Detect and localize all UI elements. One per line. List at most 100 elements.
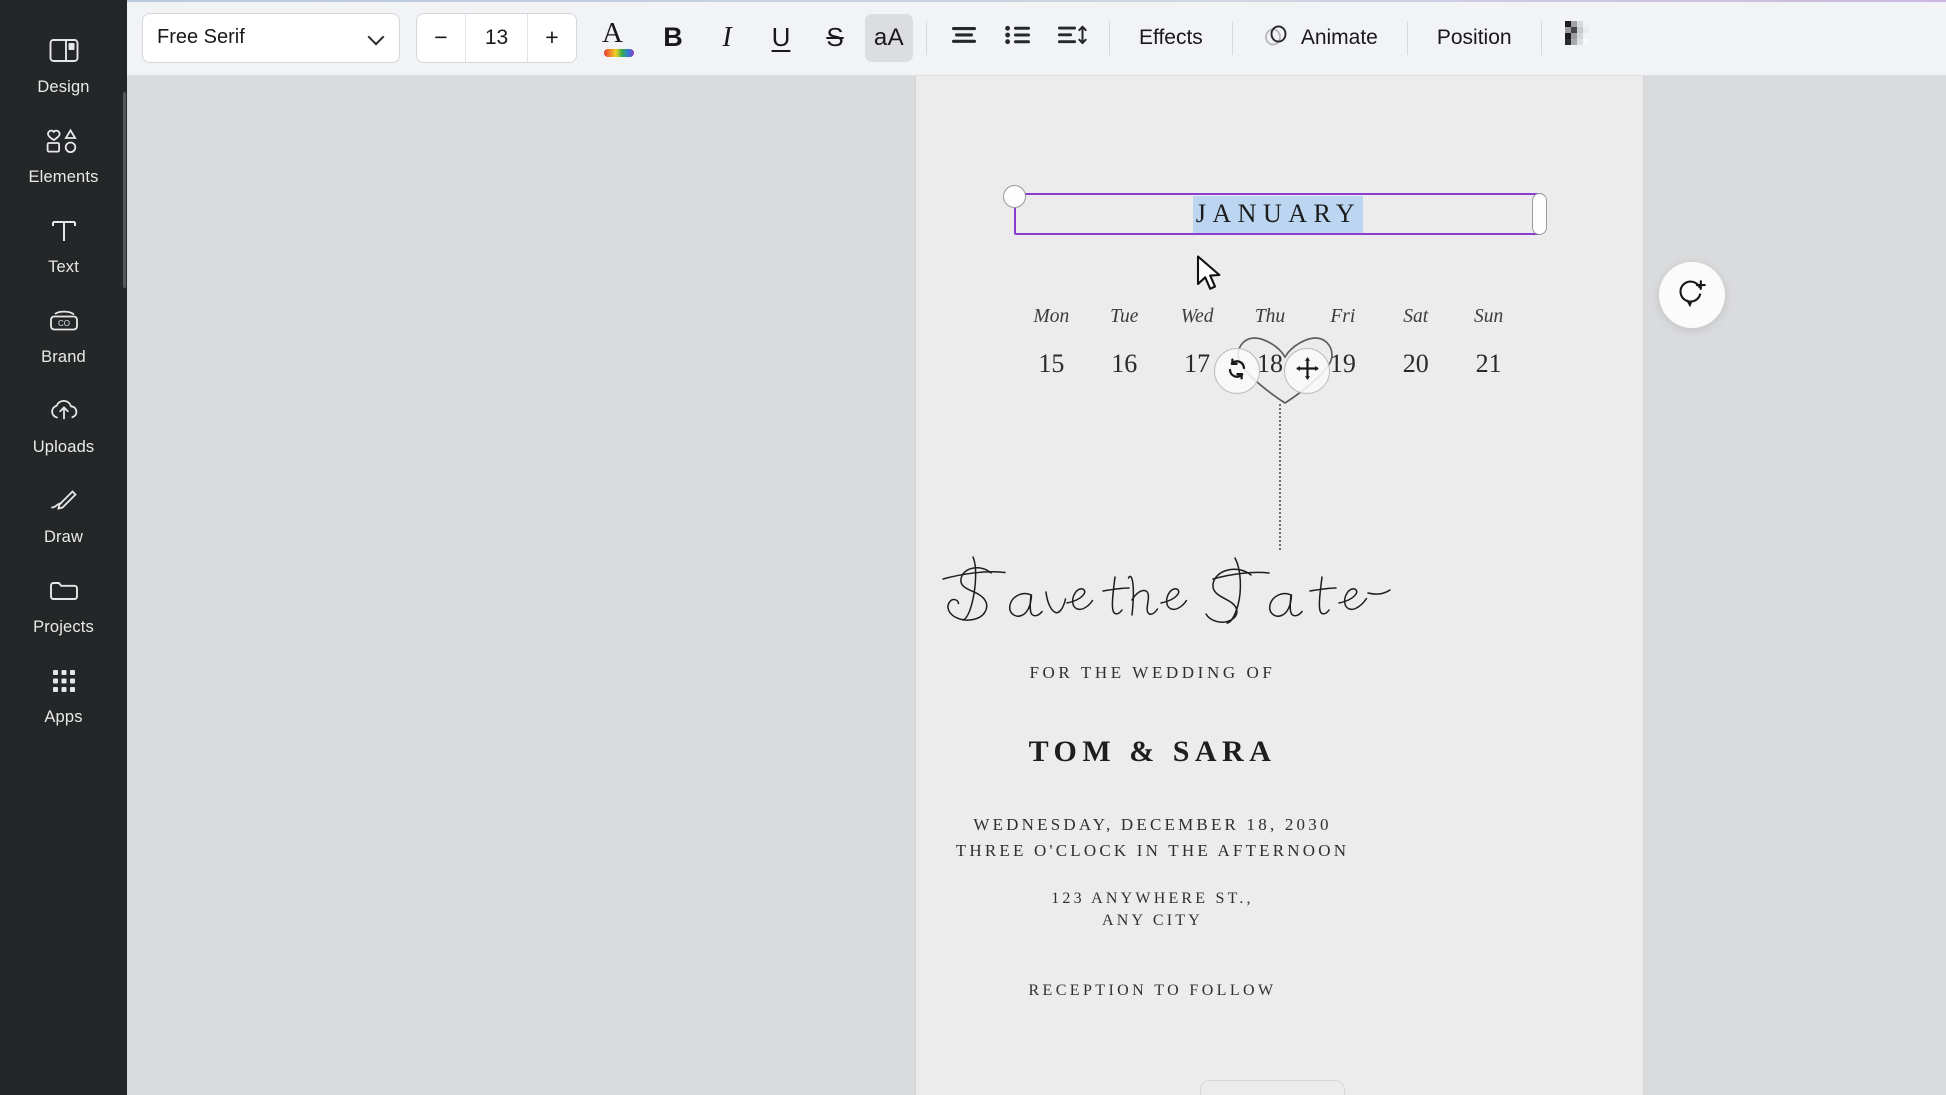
rotate-icon <box>1225 357 1249 386</box>
sidebar-item-apps[interactable]: Apps <box>0 648 127 738</box>
toolbar-accent-line <box>127 0 1946 2</box>
bulleted-list-button[interactable] <box>994 14 1042 62</box>
sidebar-item-projects[interactable]: Projects <box>0 558 127 648</box>
sidebar-label: Draw <box>43 528 84 546</box>
bold-icon: B <box>663 22 683 52</box>
weekday-label: Mon <box>1033 306 1070 327</box>
page-bottom-element[interactable] <box>1200 1080 1345 1095</box>
address-line-1-text[interactable]: 123 ANYWHERE ST., <box>789 890 1516 908</box>
font-size-decrease-button[interactable]: − <box>417 13 465 62</box>
sidebar-label: Elements <box>28 168 99 186</box>
couple-names-text[interactable]: TOM & SARA <box>789 735 1516 769</box>
transparency-icon <box>1563 19 1595 56</box>
sidebar-label: Design <box>37 78 90 96</box>
add-comment-button[interactable] <box>1659 262 1725 328</box>
underline-icon: U <box>771 22 791 52</box>
bulleted-list-icon <box>1003 23 1033 52</box>
move-icon <box>1295 356 1320 386</box>
sidebar-label: Apps <box>44 708 83 726</box>
effects-label: Effects <box>1139 25 1203 49</box>
color-gradient-bar <box>604 48 634 57</box>
position-button[interactable]: Position <box>1421 14 1528 62</box>
weekday-label: Tue <box>1110 306 1139 327</box>
strikethrough-button[interactable]: S <box>811 14 859 62</box>
sidebar-item-uploads[interactable]: Uploads <box>0 378 127 468</box>
line-spacing-icon <box>1056 23 1088 52</box>
weekday-label: Sat <box>1403 306 1429 327</box>
toolbar-divider <box>926 20 927 55</box>
elements-icon <box>41 121 87 161</box>
projects-icon <box>41 571 87 611</box>
svg-text:CO: CO <box>58 319 70 328</box>
weekday-label: Wed <box>1180 306 1214 327</box>
strikethrough-icon: S <box>826 22 844 52</box>
save-the-date-script[interactable] <box>789 552 1516 642</box>
toolbar-divider <box>1109 20 1110 55</box>
sidebar-item-draw[interactable]: Draw <box>0 468 127 558</box>
text-color-button[interactable]: A <box>595 14 643 62</box>
dotted-connector-line <box>1279 404 1281 550</box>
rotate-resize-handle-left[interactable] <box>1003 185 1026 208</box>
italic-icon: I <box>722 21 732 53</box>
month-text-value: JANUARY <box>1192 195 1364 233</box>
uploads-icon <box>41 391 87 431</box>
transparency-button[interactable] <box>1555 14 1603 62</box>
sidebar-label: Brand <box>41 348 86 366</box>
text-align-button[interactable] <box>940 14 988 62</box>
for-the-wedding-of-text[interactable]: FOR THE WEDDING OF <box>789 663 1516 683</box>
wedding-time-text[interactable]: THREE O'CLOCK IN THE AFTERNOON <box>789 841 1516 861</box>
weekday-label: Fri <box>1330 306 1356 327</box>
toolbar-divider <box>1540 20 1542 55</box>
wedding-date-text[interactable]: WEDNESDAY, DECEMBER 18, 2030 <box>789 815 1516 835</box>
top-toolbar: Free Serif − 13 + A B I U S aA Effects A… <box>127 0 1946 76</box>
effects-button[interactable]: Effects <box>1123 14 1219 62</box>
weekday-label: Sun <box>1473 306 1504 327</box>
font-size-input[interactable]: 13 <box>465 13 528 62</box>
underline-button[interactable]: U <box>757 14 805 62</box>
move-handle-button[interactable] <box>1284 348 1330 394</box>
sidebar-label: Uploads <box>32 438 95 456</box>
letter-case-button[interactable]: aA <box>865 13 913 62</box>
font-family-select[interactable]: Free Serif <box>142 12 400 63</box>
bold-button[interactable]: B <box>649 14 697 62</box>
letter-case-icon: aA <box>873 23 905 51</box>
animate-icon <box>1262 21 1292 55</box>
sidebar-item-brand[interactable]: CO Brand <box>0 288 127 378</box>
apps-icon <box>41 661 87 701</box>
sidebar-item-design[interactable]: Design <box>0 18 127 108</box>
sidebar-item-elements[interactable]: Elements <box>0 108 127 198</box>
text-color-icon: A <box>602 16 636 57</box>
sidebar-label: Projects <box>33 618 94 636</box>
calendar-date: 15 <box>1038 349 1065 378</box>
text-icon <box>41 211 87 251</box>
address-line-2-text[interactable]: ANY CITY <box>789 912 1516 930</box>
resize-handle-right[interactable] <box>1532 193 1547 235</box>
line-spacing-button[interactable] <box>1048 14 1096 62</box>
sidebar-label: Text <box>48 258 79 276</box>
app-root: Design Elements Text CO Brand Uploads Dr… <box>0 0 1946 1095</box>
font-size-stepper: − 13 + <box>416 12 577 63</box>
italic-button[interactable]: I <box>703 14 751 62</box>
font-family-value: Free Serif <box>157 26 245 48</box>
sidebar-scrollbar[interactable] <box>123 92 126 288</box>
reception-text[interactable]: RECEPTION TO FOLLOW <box>789 982 1516 1000</box>
calendar-date: 21 <box>1475 349 1502 378</box>
calendar-date: 16 <box>1111 349 1138 378</box>
toolbar-divider <box>1231 20 1233 55</box>
animate-button[interactable]: Animate <box>1246 14 1394 62</box>
calendar-date: 20 <box>1402 349 1429 378</box>
design-icon <box>41 31 87 71</box>
text-color-letter: A <box>602 16 623 49</box>
draw-icon <box>41 481 87 521</box>
rotate-handle-button[interactable] <box>1214 348 1260 394</box>
align-center-icon <box>949 23 979 52</box>
chevron-down-icon <box>369 30 385 46</box>
add-comment-icon <box>1677 278 1707 313</box>
toolbar-divider <box>1406 20 1408 55</box>
sidebar-item-text[interactable]: Text <box>0 198 127 288</box>
font-size-increase-button[interactable]: + <box>528 13 576 62</box>
month-text-element[interactable]: JANUARY <box>1020 195 1536 233</box>
left-sidebar: Design Elements Text CO Brand Uploads Dr… <box>0 0 127 1095</box>
animate-label: Animate <box>1300 25 1378 49</box>
brand-icon: CO <box>41 301 87 341</box>
